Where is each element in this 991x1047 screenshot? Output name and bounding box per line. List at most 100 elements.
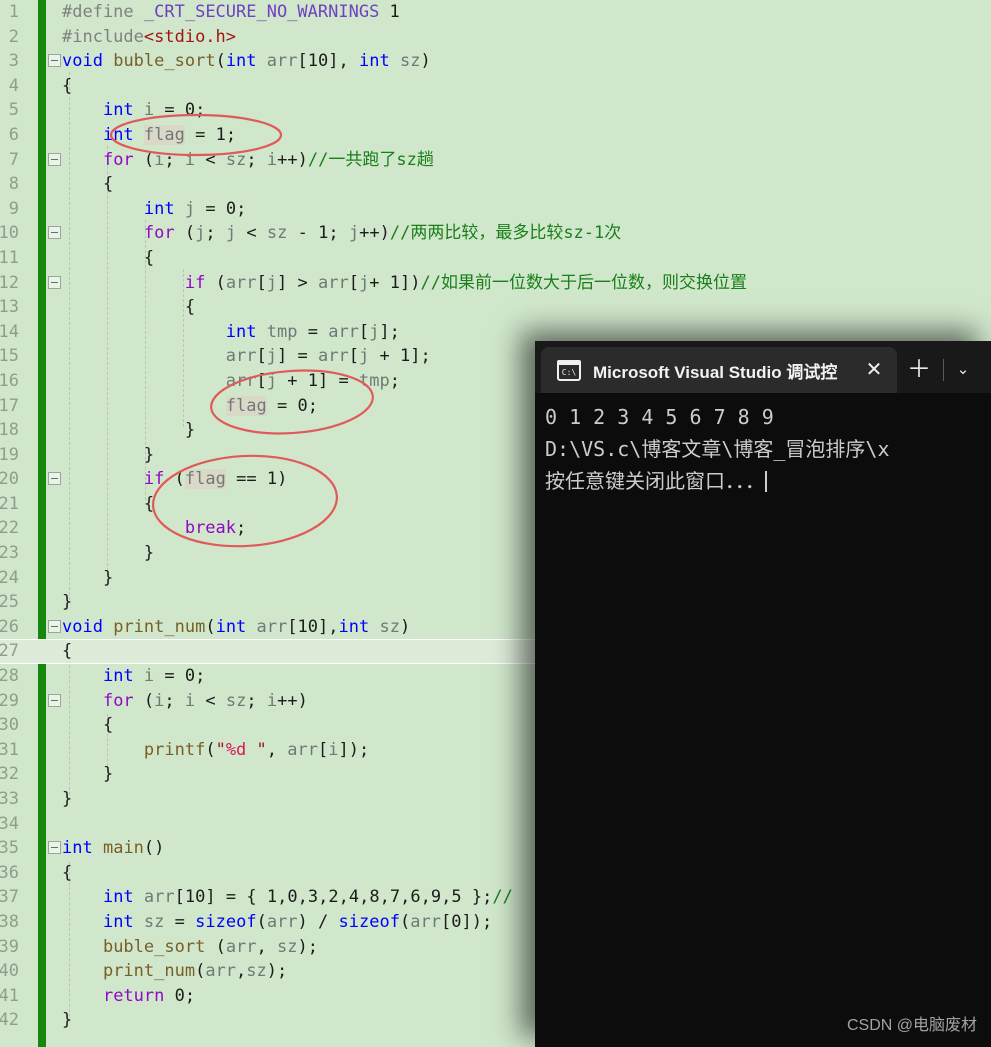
code-line[interactable]: 13 { bbox=[0, 295, 991, 320]
code-text: if (flag == 1) bbox=[143, 469, 288, 490]
code-line[interactable]: 5 int i = 0; bbox=[0, 98, 991, 123]
line-number: 41 bbox=[0, 985, 19, 1006]
line-number: 12 bbox=[0, 272, 19, 293]
code-line[interactable]: 11 { bbox=[0, 246, 991, 271]
collapse-toggle-icon[interactable] bbox=[48, 275, 61, 289]
cmd-prompt-icon: C:\ bbox=[557, 359, 581, 381]
line-number: 33 bbox=[0, 789, 19, 809]
line-number: 36 bbox=[0, 862, 19, 883]
collapse-toggle-icon[interactable] bbox=[48, 54, 61, 68]
console-tab[interactable]: C:\ Microsoft Visual Studio 调试控 ✕ bbox=[541, 347, 897, 393]
line-number: 26 bbox=[0, 616, 19, 637]
console-output-line: 0 1 2 3 4 5 6 7 8 9 bbox=[545, 405, 786, 429]
new-tab-button[interactable]: ＋ bbox=[897, 347, 941, 393]
line-number: 3 bbox=[8, 51, 19, 72]
code-text: { bbox=[143, 493, 155, 514]
code-text: int main() bbox=[62, 838, 165, 859]
code-text: } bbox=[143, 543, 155, 564]
collapse-toggle-icon[interactable] bbox=[48, 226, 61, 240]
code-text: int sz = sizeof(arr) / sizeof(arr[0]); bbox=[102, 911, 493, 932]
code-line[interactable]: 7 for (i; i < sz; i++)//一共跑了sz趟 bbox=[0, 148, 991, 173]
collapse-toggle-icon[interactable] bbox=[48, 619, 61, 633]
line-number: 16 bbox=[0, 370, 19, 391]
code-line[interactable]: 6 int flag = 1; bbox=[0, 123, 991, 148]
code-text: #include<stdio.h> bbox=[62, 26, 237, 47]
line-number: 37 bbox=[0, 887, 19, 908]
line-number: 24 bbox=[0, 567, 19, 588]
code-text: #define _CRT_SECURE_NO_WARNINGS 1 bbox=[62, 2, 400, 22]
line-number: 17 bbox=[0, 395, 19, 416]
line-number: 38 bbox=[0, 911, 19, 932]
line-number: 18 bbox=[0, 420, 19, 441]
code-text: { bbox=[143, 247, 155, 268]
line-number: 32 bbox=[0, 764, 19, 785]
code-text: int i = 0; bbox=[102, 100, 206, 121]
line-number: 42 bbox=[0, 1010, 19, 1031]
code-text: buble_sort (arr, sz); bbox=[102, 936, 319, 957]
line-number: 31 bbox=[0, 739, 19, 760]
line-number: 14 bbox=[0, 321, 19, 342]
code-text: } bbox=[62, 789, 73, 809]
line-number: 15 bbox=[0, 346, 19, 367]
collapse-toggle-icon[interactable] bbox=[48, 841, 61, 855]
code-line[interactable]: 10 for (j; j < sz - 1; j++)//两两比较，最多比较sz… bbox=[0, 221, 991, 246]
code-line[interactable]: 3 void buble_sort(int arr[10], int sz) bbox=[0, 49, 991, 74]
code-line[interactable]: 4{ bbox=[0, 74, 991, 99]
line-number: 34 bbox=[0, 813, 19, 834]
code-line[interactable]: 8 { bbox=[0, 172, 991, 197]
code-line[interactable]: 12 if (arr[j] > arr[j+ 1])//如果前一位数大于后一位数… bbox=[0, 271, 991, 296]
line-number: 9 bbox=[8, 198, 19, 219]
line-number: 6 bbox=[8, 124, 19, 145]
collapse-toggle-icon[interactable] bbox=[48, 472, 61, 486]
code-text: } bbox=[102, 567, 114, 588]
line-number: 23 bbox=[0, 543, 19, 564]
line-number: 8 bbox=[8, 174, 19, 195]
console-output[interactable]: 0 1 2 3 4 5 6 7 8 9 D:\VS.c\博客文章\博客_冒泡排序… bbox=[535, 393, 991, 1047]
watermark: CSDN @电脑废材 bbox=[846, 1017, 977, 1034]
code-text: { bbox=[102, 174, 114, 195]
code-text: } bbox=[62, 592, 73, 613]
console-window[interactable]: C:\ Microsoft Visual Studio 调试控 ✕ ＋ ⌄ 0 … bbox=[535, 341, 991, 1047]
code-text: { bbox=[62, 641, 73, 662]
line-number: 1 bbox=[8, 2, 19, 22]
code-text: for (i; i < sz; i++)//一共跑了sz趟 bbox=[102, 149, 434, 170]
code-text: } bbox=[143, 444, 155, 465]
code-text: } bbox=[102, 764, 114, 785]
code-text: int j = 0; bbox=[143, 198, 247, 219]
code-line[interactable]: 1 #define _CRT_SECURE_NO_WARNINGS 1 bbox=[0, 0, 991, 25]
line-number: 11 bbox=[0, 247, 19, 268]
code-text: flag = 0; bbox=[225, 395, 318, 416]
console-tab-bar[interactable]: C:\ Microsoft Visual Studio 调试控 ✕ ＋ ⌄ bbox=[535, 341, 991, 393]
line-number: 5 bbox=[8, 100, 19, 121]
code-line[interactable]: 9 int j = 0; bbox=[0, 197, 991, 222]
code-text: int tmp = arr[j]; bbox=[225, 321, 400, 342]
line-number: 28 bbox=[0, 666, 19, 687]
cmd-prompt-icon-text: C:\ bbox=[561, 367, 577, 377]
code-text: break; bbox=[184, 518, 247, 539]
code-text: } bbox=[62, 1010, 73, 1031]
console-output-line: D:\VS.c\博客文章\博客_冒泡排序\x bbox=[545, 437, 890, 461]
line-number: 19 bbox=[0, 444, 19, 465]
line-number: 22 bbox=[0, 518, 19, 539]
code-text: { bbox=[102, 715, 114, 736]
line-number: 35 bbox=[0, 838, 19, 859]
collapse-toggle-icon[interactable] bbox=[48, 693, 61, 707]
code-text: } bbox=[184, 420, 196, 441]
code-text: { bbox=[62, 862, 73, 883]
console-output-line-text: 按任意键关闭此窗口．．． bbox=[545, 469, 765, 493]
code-text: arr[j] = arr[j + 1]; bbox=[225, 346, 431, 367]
code-text: void print_num(int arr[10],int sz) bbox=[62, 616, 411, 637]
line-number: 7 bbox=[8, 149, 19, 170]
code-text: int i = 0; bbox=[102, 666, 206, 687]
code-text: for (j; j < sz - 1; j++)//两两比较，最多比较sz-1次 bbox=[143, 223, 622, 244]
line-number: 4 bbox=[8, 75, 19, 96]
console-tab-title: Microsoft Visual Studio 调试控 bbox=[593, 362, 838, 382]
code-text: int arr[10] = { 1,0,3,2,4,8,7,6,9,5 };// bbox=[102, 887, 513, 908]
line-number: 30 bbox=[0, 715, 19, 736]
chevron-down-icon[interactable]: ⌄ bbox=[946, 347, 980, 393]
toolbar-divider bbox=[943, 359, 944, 381]
close-icon[interactable]: ✕ bbox=[857, 353, 891, 387]
collapse-toggle-icon[interactable] bbox=[48, 152, 61, 166]
code-line[interactable]: 2 #include<stdio.h> bbox=[0, 25, 991, 50]
text-caret bbox=[765, 471, 767, 492]
